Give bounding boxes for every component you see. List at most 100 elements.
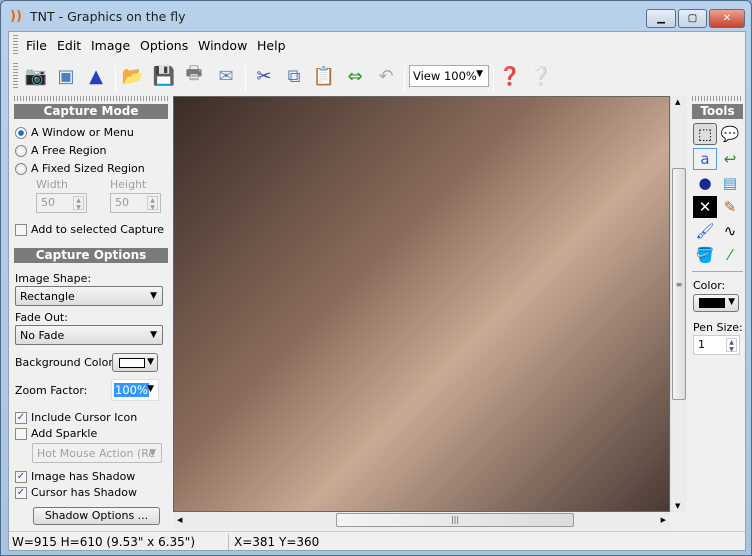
spin-arrows-icon[interactable]: ▲ ▼ — [73, 196, 84, 211]
color-swatch — [699, 298, 725, 308]
cursor-coordinates: X=381 Y=360 — [234, 535, 320, 549]
arrow-icon[interactable]: ↩ — [718, 148, 742, 170]
image-icon[interactable]: ▤ — [718, 172, 742, 194]
toolbar-separator — [493, 66, 494, 92]
zoom-factor-value: 100% — [114, 383, 149, 397]
cursor-shadow-checkbox[interactable]: ✓ Cursor has Shadow — [15, 486, 137, 499]
height-spinner[interactable]: 50 ▲ ▼ — [110, 193, 161, 213]
camera-icon[interactable]: 📷 — [23, 63, 49, 89]
pen-color-picker[interactable]: ▼ — [693, 294, 739, 312]
fade-out-select[interactable]: No Fade ▼ — [15, 325, 163, 345]
help-pointer-icon[interactable]: ❓ — [497, 63, 523, 89]
copy-icon[interactable]: ⧉ — [281, 63, 307, 89]
checkbox[interactable] — [15, 223, 27, 236]
checkbox[interactable]: ✓ — [15, 411, 27, 424]
menu-help[interactable]: Help — [257, 38, 286, 53]
radio-fixed-region[interactable]: A Fixed Sized Region — [15, 162, 145, 175]
menu-grip[interactable] — [13, 35, 18, 55]
width-spinner[interactable]: 50 ▲ ▼ — [36, 193, 87, 213]
fade-out-value: No Fade — [20, 329, 65, 342]
scroll-right-icon[interactable]: ▶ — [661, 516, 666, 524]
scroll-up-icon[interactable]: ▲ — [675, 98, 680, 106]
scroll-down-icon[interactable]: ▼ — [675, 502, 680, 510]
scroll-left-icon[interactable]: ◀ — [177, 516, 182, 524]
toolbar-separator — [115, 66, 116, 92]
eyedropper-icon[interactable]: ⁄ — [718, 244, 742, 266]
text-icon[interactable]: a — [693, 148, 717, 170]
save-icon[interactable]: 💾 — [151, 63, 177, 89]
horizontal-scrollbar[interactable]: ◀ ||| ▶ — [173, 512, 670, 529]
print-icon[interactable]: 🖶 — [181, 63, 207, 89]
horizontal-scroll-thumb[interactable]: ||| — [336, 513, 574, 527]
background-color-picker[interactable]: ▼ — [112, 353, 158, 372]
image-shadow-checkbox[interactable]: ✓ Image has Shadow — [15, 470, 135, 483]
toolbar-separator — [245, 66, 246, 92]
paintbrush-icon[interactable]: 🖌 — [693, 220, 717, 242]
menu-image[interactable]: Image — [91, 38, 130, 53]
vertical-scroll-thumb[interactable]: ≡ — [672, 168, 686, 400]
callout-icon[interactable]: 💬 — [718, 123, 742, 145]
chevron-down-icon: ▼ — [150, 291, 157, 301]
vertical-scrollbar[interactable]: ▲ ≡ ▼ — [670, 96, 687, 512]
minimize-button[interactable]: ▁ — [646, 9, 676, 28]
panel-grip[interactable] — [692, 96, 742, 101]
help-icon[interactable]: ❔ — [528, 63, 554, 89]
spin-arrows-icon[interactable]: ▲ ▼ — [147, 196, 158, 211]
checkbox[interactable] — [15, 427, 27, 440]
image-canvas[interactable] — [173, 96, 670, 512]
spin-arrows-icon[interactable]: ▲ ▼ — [726, 338, 737, 353]
shadow-options-button[interactable]: Shadow Options ... — [33, 507, 160, 525]
background-color-label: Background Color: — [15, 356, 117, 369]
chevron-down-icon: ▼ — [476, 69, 483, 79]
zoom-factor-label: Zoom Factor: — [15, 384, 88, 397]
close-button[interactable]: ✕ — [709, 9, 745, 28]
image-shape-select[interactable]: Rectangle ▼ — [15, 286, 163, 306]
cross-icon[interactable]: ✕ — [693, 196, 717, 218]
cut-icon[interactable]: ✂ — [251, 63, 277, 89]
window-capture-icon[interactable]: ▣ — [53, 63, 79, 89]
include-cursor-checkbox[interactable]: ✓ Include Cursor Icon — [15, 411, 137, 424]
zoom-factor-select[interactable]: 100% ▼ — [111, 379, 159, 401]
radio-button[interactable] — [15, 162, 27, 175]
menu-window[interactable]: Window — [198, 38, 247, 53]
panel-grip[interactable] — [14, 96, 168, 101]
pen-size-value: 1 — [698, 338, 705, 351]
add-to-selected-checkbox[interactable]: Add to selected Capture — [15, 223, 164, 236]
chevron-down-icon: ▼ — [149, 448, 156, 458]
fill-bucket-icon[interactable]: 🪣 — [693, 244, 717, 266]
radio-free-region[interactable]: A Free Region — [15, 144, 107, 157]
pen-size-spinner[interactable]: 1 ▲ ▼ — [693, 335, 740, 355]
maximize-button[interactable]: ▢ — [678, 9, 707, 28]
capture-mode-header: Capture Mode — [14, 104, 168, 119]
toolbar-grip[interactable] — [13, 63, 18, 89]
pencil-icon[interactable]: ✎ — [718, 196, 742, 218]
height-value: 50 — [115, 196, 129, 209]
checkbox[interactable]: ✓ — [15, 486, 27, 499]
radio-label: A Free Region — [31, 144, 107, 157]
radio-button[interactable] — [15, 144, 27, 157]
sparkle-action-select[interactable]: Hot Mouse Action (Re ▼ — [32, 443, 162, 463]
view-zoom-value: View 100% — [413, 69, 477, 83]
sparkle-icon[interactable]: ▲ — [83, 63, 109, 89]
view-zoom-select[interactable]: View 100% ▼ — [409, 65, 489, 87]
select-rect-icon[interactable]: ⬚ — [693, 123, 717, 145]
width-label: Width — [36, 178, 68, 191]
shapes-icon[interactable]: ● — [693, 172, 717, 194]
app-logo-icon: )) — [10, 9, 22, 24]
open-folder-icon[interactable]: 📂 — [120, 63, 146, 89]
radio-window-or-menu[interactable]: A Window or Menu — [15, 126, 134, 139]
radio-button[interactable] — [15, 126, 27, 139]
email-icon[interactable]: ✉ — [213, 63, 239, 89]
menu-edit[interactable]: Edit — [57, 38, 81, 53]
menu-file[interactable]: File — [26, 38, 47, 53]
checkbox-label: Add Sparkle — [31, 427, 98, 440]
checkbox[interactable]: ✓ — [15, 470, 27, 483]
menu-options[interactable]: Options — [140, 38, 188, 53]
tools-panel: Tools ⬚ 💬 a ↩ ● ▤ ✕ ✎ 🖌 ∿ 🪣 ⁄ Color: ▼ P… — [690, 96, 746, 530]
add-sparkle-checkbox[interactable]: Add Sparkle — [15, 427, 97, 440]
freehand-icon[interactable]: ∿ — [718, 220, 742, 242]
undo-icon[interactable]: ↶ — [373, 63, 399, 89]
paste-icon[interactable]: 📋 — [311, 63, 337, 89]
resize-icon[interactable]: ⇔ — [342, 63, 368, 89]
capture-panel: Capture Mode A Window or Menu A Free Reg… — [10, 96, 171, 530]
